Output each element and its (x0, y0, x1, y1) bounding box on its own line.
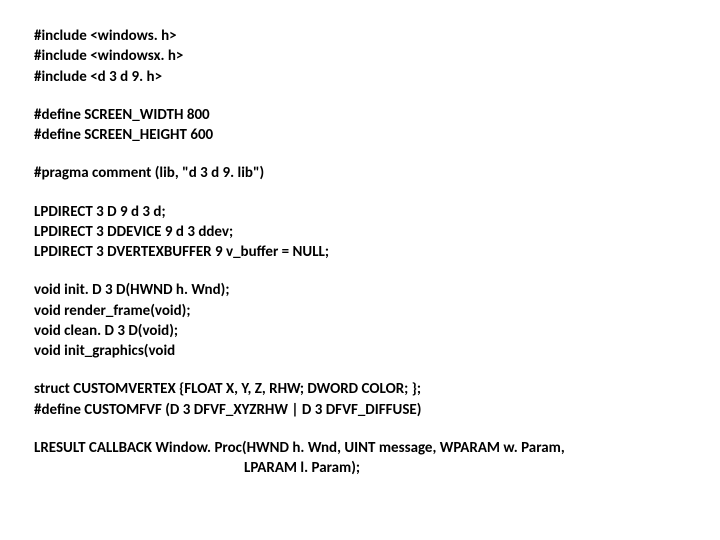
code-line: void render_frame(void); (34, 301, 686, 321)
code-line: LRESULT CALLBACK Window. Proc(HWND h. Wn… (34, 438, 686, 458)
code-line: #define SCREEN_HEIGHT 600 (34, 125, 686, 145)
struct-block: struct CUSTOMVERTEX {FLOAT X, Y, Z, RHW;… (34, 379, 686, 420)
code-line: #pragma comment (lib, "d 3 d 9. lib") (34, 163, 686, 183)
code-line: void init_graphics(void (34, 341, 686, 361)
callback-block: LRESULT CALLBACK Window. Proc(HWND h. Wn… (34, 438, 686, 479)
code-slide: #include <windows. h> #include <windowsx… (0, 0, 720, 540)
code-line: void init. D 3 D(HWND h. Wnd); (34, 280, 686, 300)
include-block: #include <windows. h> #include <windowsx… (34, 26, 686, 87)
code-line-continuation: LPARAM l. Param); (34, 458, 686, 478)
code-line: void clean. D 3 D(void); (34, 321, 686, 341)
code-line: struct CUSTOMVERTEX {FLOAT X, Y, Z, RHW;… (34, 379, 686, 399)
code-line: #include <d 3 d 9. h> (34, 67, 686, 87)
prototypes-block: void init. D 3 D(HWND h. Wnd); void rend… (34, 280, 686, 361)
code-line: #define CUSTOMFVF (D 3 DFVF_XYZRHW | D 3… (34, 400, 686, 420)
code-line: LPDIRECT 3 DVERTEXBUFFER 9 v_buffer = NU… (34, 242, 686, 262)
declarations-block: LPDIRECT 3 D 9 d 3 d; LPDIRECT 3 DDEVICE… (34, 202, 686, 263)
pragma-block: #pragma comment (lib, "d 3 d 9. lib") (34, 163, 686, 183)
code-line: #include <windows. h> (34, 26, 686, 46)
define-block: #define SCREEN_WIDTH 800 #define SCREEN_… (34, 105, 686, 146)
code-line: #include <windowsx. h> (34, 46, 686, 66)
code-line: #define SCREEN_WIDTH 800 (34, 105, 686, 125)
code-line: LPDIRECT 3 DDEVICE 9 d 3 ddev; (34, 222, 686, 242)
code-line: LPDIRECT 3 D 9 d 3 d; (34, 202, 686, 222)
